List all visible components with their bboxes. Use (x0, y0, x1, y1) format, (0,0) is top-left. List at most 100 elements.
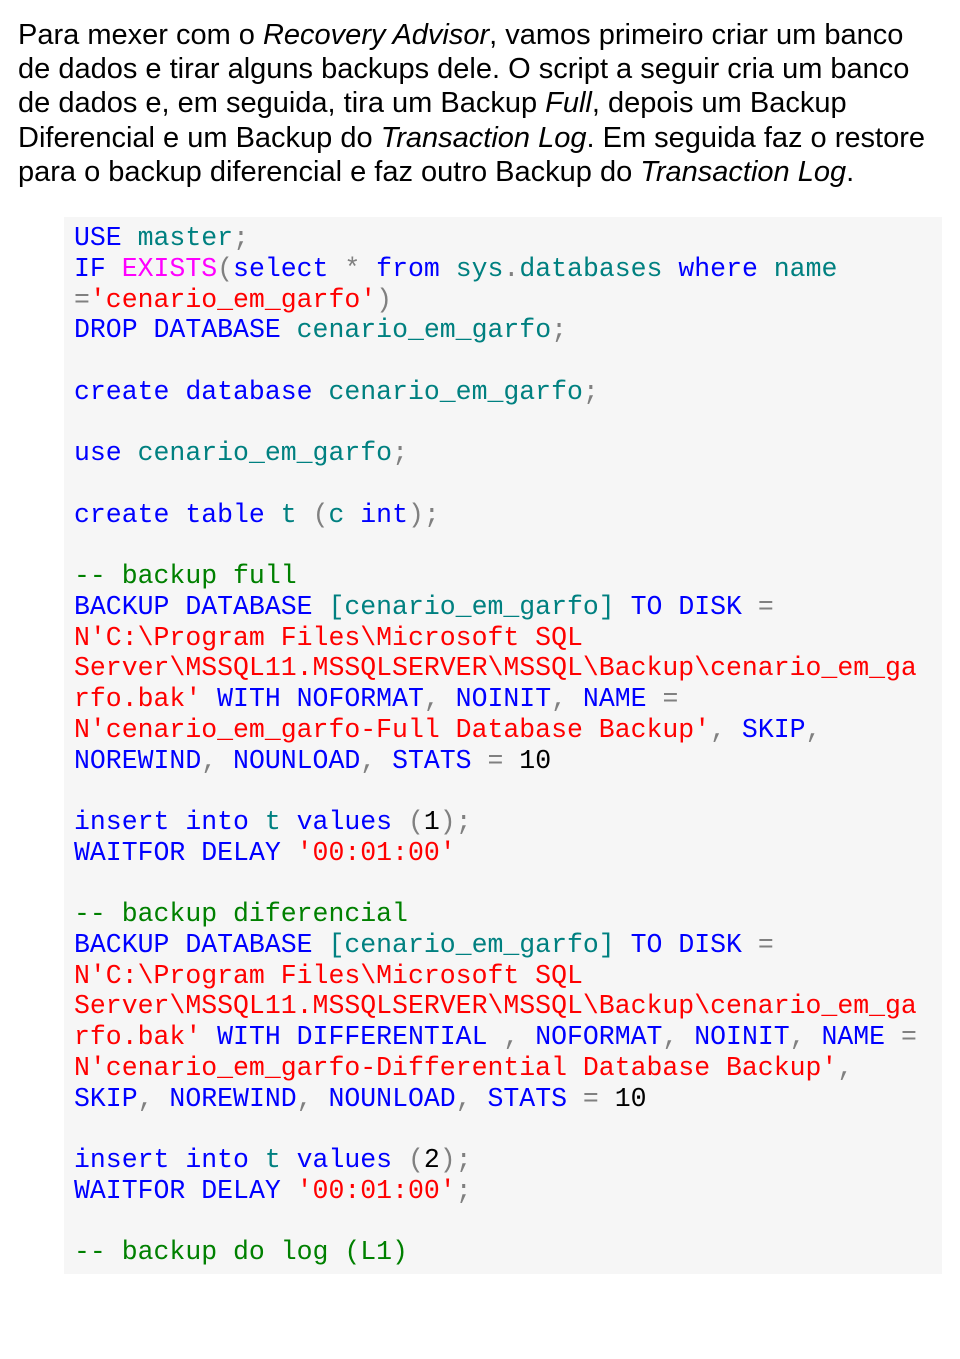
sp (567, 1084, 583, 1114)
semi: ; (424, 500, 440, 530)
kw-where: where (662, 254, 757, 284)
eq: = (901, 1022, 917, 1052)
kw-drop: DROP (74, 315, 138, 345)
ident-t: t (265, 500, 313, 530)
lparen: ( (217, 254, 233, 284)
kw-create: create (74, 377, 169, 407)
kw-values: values (297, 807, 392, 837)
term-recovery-advisor: Recovery Advisor (263, 19, 489, 51)
comma: , (551, 684, 567, 714)
kw-disk: DISK (662, 930, 742, 960)
kw-to: TO (631, 930, 663, 960)
kw-database: DATABASE (169, 930, 312, 960)
ident-t: t (249, 807, 297, 837)
kw-database: DATABASE (138, 315, 281, 345)
comma: , (662, 1022, 678, 1052)
sp (774, 592, 790, 622)
sql-code-block: USE master; IF EXISTS(select * from sys.… (64, 217, 942, 1274)
kw-insert: insert (74, 807, 169, 837)
kw-to: TO (631, 592, 663, 622)
str-delay: '00:01:00' (281, 838, 456, 868)
term-transaction-log: Transaction Log (640, 156, 846, 188)
num-10: 10 (503, 746, 551, 776)
kw-nounload: NOUNLOAD (217, 746, 360, 776)
num-2: 2 (424, 1145, 440, 1175)
kw-noformat: NOFORMAT (281, 684, 424, 714)
kw-backup: BACKUP (74, 930, 169, 960)
ident-dbname-br: [cenario_em_garfo] (313, 930, 631, 960)
kw-noformat: NOFORMAT (519, 1022, 662, 1052)
kw-table: table (169, 500, 264, 530)
sp (742, 930, 758, 960)
kw-noinit: NOINIT (678, 1022, 789, 1052)
comma: , (138, 1084, 154, 1114)
sp (472, 746, 488, 776)
num-1: 1 (424, 807, 440, 837)
kw-use: use (74, 438, 122, 468)
num-10: 10 (599, 1084, 647, 1114)
comma: , (503, 1022, 519, 1052)
eq: = (758, 930, 774, 960)
kw-database: database (169, 377, 312, 407)
sp (392, 1145, 408, 1175)
semi: ; (233, 223, 249, 253)
comment-backup-diff: -- backup diferencial (74, 899, 408, 929)
kw-delay: DELAY (185, 838, 280, 868)
kw-into: into (169, 807, 249, 837)
dot: . (503, 254, 519, 284)
str-delay: '00:01:00' (281, 1176, 456, 1206)
ident-c: c (328, 500, 360, 530)
comma: , (806, 715, 822, 745)
rparen: ) (440, 807, 456, 837)
eq: = (758, 592, 774, 622)
kw-with: WITH (201, 684, 281, 714)
ident-master: master (122, 223, 233, 253)
ident-dbname: cenario_em_garfo (281, 315, 551, 345)
sp (392, 807, 408, 837)
eq: = (488, 746, 504, 776)
kw-if: IF (74, 254, 106, 284)
kw-values: values (297, 1145, 392, 1175)
term-full: Full (545, 87, 592, 119)
kw-delay: DELAY (185, 1176, 280, 1206)
text: . (846, 156, 854, 188)
comma: , (360, 746, 376, 776)
rparen: ) (376, 285, 392, 315)
kw-disk: DISK (662, 592, 742, 622)
intro-paragraph: Para mexer com o Recovery Advisor, vamos… (18, 18, 942, 189)
ident-dbname-br: [cenario_em_garfo] (313, 592, 631, 622)
kw-database: DATABASE (169, 592, 312, 622)
comma: , (201, 746, 217, 776)
comma: , (710, 715, 726, 745)
ident-dbname: cenario_em_garfo (313, 377, 583, 407)
kw-insert: insert (74, 1145, 169, 1175)
comma: , (837, 1053, 853, 1083)
kw-backup: BACKUP (74, 592, 169, 622)
fn-exists: EXISTS (106, 254, 217, 284)
lparen: ( (313, 500, 329, 530)
ident-t: t (249, 1145, 297, 1175)
kw-from: from (360, 254, 440, 284)
sp (742, 592, 758, 622)
semi: ; (456, 807, 472, 837)
comma: , (456, 1084, 472, 1114)
comma: , (424, 684, 440, 714)
comment-backup-log: -- backup do log (L1) (74, 1237, 408, 1267)
eq: = (74, 285, 90, 315)
kw-use: USE (74, 223, 122, 253)
sp (647, 684, 663, 714)
kw-nounload: NOUNLOAD (313, 1084, 456, 1114)
ident-dbname: cenario_em_garfo (122, 438, 392, 468)
kw-name: NAME (567, 684, 647, 714)
str-dbname: 'cenario_em_garfo' (90, 285, 376, 315)
star: * (328, 254, 360, 284)
kw-with: WITH (201, 1022, 281, 1052)
sp (885, 1022, 901, 1052)
semi: ; (392, 438, 408, 468)
semi: ; (583, 377, 599, 407)
semi: ; (551, 315, 567, 345)
text: Para mexer com o (18, 19, 263, 51)
term-transaction-log: Transaction Log (381, 122, 587, 154)
comment-backup-full: -- backup full (74, 561, 297, 591)
kw-noinit: NOINIT (440, 684, 551, 714)
